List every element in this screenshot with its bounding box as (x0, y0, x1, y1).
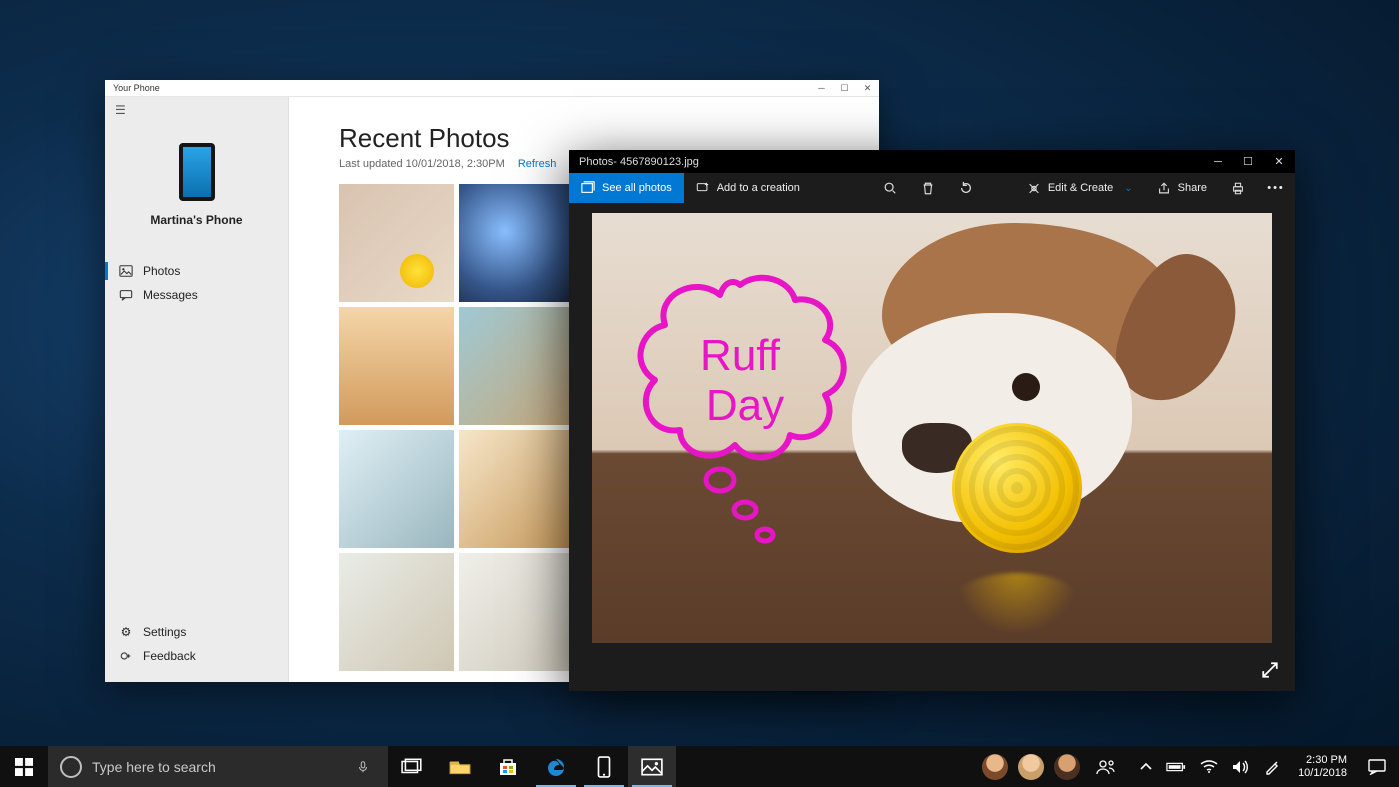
more-button[interactable]: ••• (1257, 173, 1295, 203)
photos-titlebar: Photos- 4567890123.jpg ─ ☐ ✕ (569, 150, 1295, 173)
photo-thumbnail[interactable] (459, 307, 574, 425)
sidebar-item-label: Feedback (143, 649, 196, 663)
close-button[interactable]: ✕ (856, 80, 879, 97)
feedback-icon (119, 649, 133, 663)
clock-time: 2:30 PM (1298, 754, 1347, 767)
see-all-label: See all photos (602, 182, 672, 194)
last-updated-text: Last updated 10/01/2018, 2:30PM (339, 158, 505, 170)
minimize-button[interactable]: ─ (1203, 150, 1233, 173)
photo-thumbnail[interactable] (459, 430, 574, 548)
sidebar-item-settings[interactable]: ⚙ Settings (105, 620, 288, 644)
photo-thumbnail[interactable] (339, 430, 454, 548)
taskbar-app-photos[interactable] (628, 746, 676, 787)
tray-overflow-icon[interactable] (1140, 763, 1152, 771)
hamburger-icon[interactable]: ☰ (105, 97, 288, 123)
chevron-down-icon: ⌄ (1124, 183, 1132, 194)
people-button[interactable] (1090, 759, 1122, 775)
sidebar-item-photos[interactable]: Photos (105, 259, 288, 283)
trash-icon (921, 181, 935, 195)
ink-workspace-icon[interactable] (1264, 759, 1280, 775)
system-tray (1130, 746, 1290, 787)
taskbar-clock[interactable]: 2:30 PM 10/1/2018 (1290, 746, 1355, 787)
sidebar-item-messages[interactable]: Messages (105, 283, 288, 307)
cortana-icon (60, 756, 82, 778)
photo-thumbnail[interactable] (459, 553, 574, 671)
sidebar-item-label: Messages (143, 288, 198, 302)
mic-icon[interactable] (348, 760, 378, 774)
svg-text:Day: Day (706, 381, 784, 430)
volume-icon[interactable] (1232, 760, 1250, 774)
maximize-button[interactable]: ☐ (1233, 150, 1263, 173)
add-creation-label: Add to a creation (717, 182, 800, 194)
your-phone-sidebar: ☰ Martina's Phone Photos Messages (105, 97, 289, 682)
people-contact[interactable] (1018, 754, 1044, 780)
zoom-button[interactable] (871, 173, 909, 203)
photos-toolbar: See all photos Add to a creation (569, 173, 1295, 203)
gear-icon: ⚙ (119, 625, 133, 639)
ink-annotation: Ruff Day (610, 265, 870, 565)
edit-create-button[interactable]: Edit & Create ⌄ (1015, 173, 1145, 203)
more-icon: ••• (1269, 181, 1283, 195)
delete-button[interactable] (909, 173, 947, 203)
sidebar-item-label: Settings (143, 625, 186, 639)
share-button[interactable]: Share (1145, 173, 1219, 203)
people-contact[interactable] (982, 754, 1008, 780)
photos-icon (119, 264, 133, 278)
phone-icon (179, 143, 215, 201)
battery-icon[interactable] (1166, 761, 1186, 773)
your-phone-title: Your Phone (113, 83, 160, 93)
photo-thumbnail[interactable] (339, 307, 454, 425)
taskbar-app-taskview[interactable] (388, 746, 436, 787)
search-placeholder: Type here to search (92, 759, 338, 775)
people-contact[interactable] (1054, 754, 1080, 780)
refresh-link[interactable]: Refresh (518, 158, 557, 170)
svg-text:Ruff: Ruff (700, 331, 781, 380)
photo-thumbnail[interactable] (339, 553, 454, 671)
action-center-button[interactable] (1355, 746, 1399, 787)
photos-window: Photos- 4567890123.jpg ─ ☐ ✕ See all pho… (569, 150, 1295, 691)
clock-date: 10/1/2018 (1298, 767, 1347, 780)
add-creation-icon (696, 181, 710, 195)
wifi-icon[interactable] (1200, 760, 1218, 774)
photo-thumbnail[interactable] (459, 184, 574, 302)
phone-summary: Martina's Phone (105, 123, 288, 241)
taskbar-app-explorer[interactable] (436, 746, 484, 787)
minimize-button[interactable]: ─ (810, 80, 833, 97)
taskbar: Type here to search (0, 746, 1399, 787)
taskbar-people (974, 746, 1130, 787)
rotate-icon (959, 181, 973, 195)
messages-icon (119, 288, 133, 302)
share-icon (1157, 181, 1171, 195)
maximize-button[interactable]: ☐ (833, 80, 856, 97)
photo-image[interactable]: Ruff Day (592, 213, 1272, 643)
phone-name: Martina's Phone (150, 213, 242, 227)
taskbar-app-store[interactable] (484, 746, 532, 787)
photo-ball (952, 423, 1082, 553)
fullscreen-button[interactable] (1259, 659, 1281, 681)
sidebar-item-feedback[interactable]: Feedback (105, 644, 288, 668)
add-to-creation-button[interactable]: Add to a creation (684, 173, 812, 203)
close-button[interactable]: ✕ (1263, 150, 1295, 173)
share-label: Share (1178, 182, 1207, 194)
rotate-button[interactable] (947, 173, 985, 203)
edit-create-label: Edit & Create (1048, 182, 1113, 194)
print-icon (1231, 181, 1245, 195)
taskbar-app-yourphone[interactable] (580, 746, 628, 787)
start-button[interactable] (0, 746, 48, 787)
photo-thumbnail[interactable] (339, 184, 454, 302)
search-box[interactable]: Type here to search (48, 746, 388, 787)
photo-canvas: Ruff Day (569, 203, 1295, 691)
zoom-icon (883, 181, 897, 195)
sidebar-item-label: Photos (143, 264, 180, 278)
edit-icon (1027, 181, 1041, 195)
collection-icon (581, 181, 595, 195)
taskbar-app-edge[interactable] (532, 746, 580, 787)
print-button[interactable] (1219, 173, 1257, 203)
photos-title: Photos- 4567890123.jpg (579, 156, 699, 168)
your-phone-titlebar: Your Phone ─ ☐ ✕ (105, 80, 879, 97)
see-all-photos-button[interactable]: See all photos (569, 173, 684, 203)
